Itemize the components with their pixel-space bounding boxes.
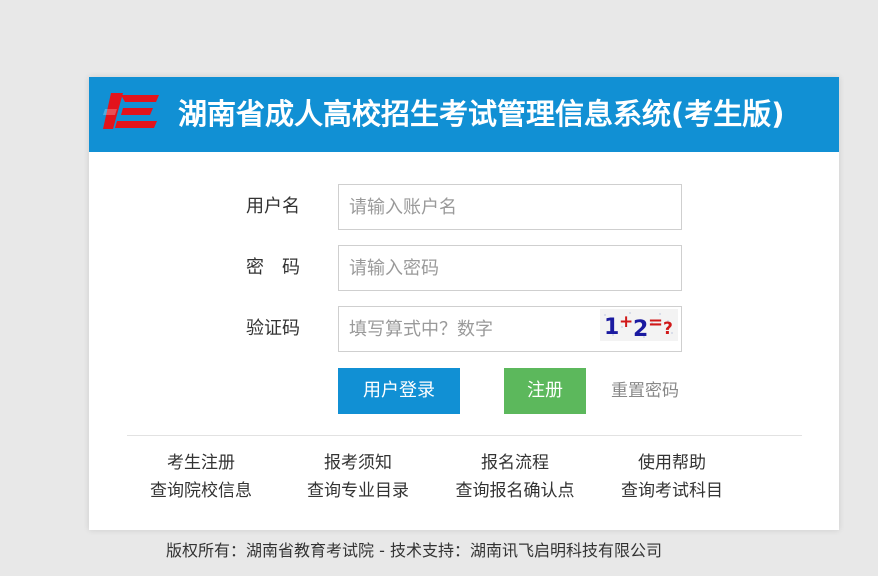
link-exam-notice[interactable]: 报考须知 xyxy=(288,452,428,474)
svg-text:?: ? xyxy=(663,319,673,339)
login-button[interactable]: 用户登录 xyxy=(338,368,460,414)
logo-icon xyxy=(103,93,159,129)
link-student-register[interactable]: 考生注册 xyxy=(131,452,271,474)
svg-text:=: = xyxy=(648,312,663,333)
svg-text:1: 1 xyxy=(604,315,619,340)
footer: 版权所有：湖南省教育考试院 - 技术支持：湖南讯飞启明科技有限公司 xyxy=(0,537,878,561)
page-title: 湖南省成人高校招生考试管理信息系统(考生版) xyxy=(178,97,785,131)
link-major-catalog[interactable]: 查询专业目录 xyxy=(288,480,428,502)
link-exam-subjects[interactable]: 查询考试科目 xyxy=(602,480,742,502)
link-college-info[interactable]: 查询院校信息 xyxy=(131,480,271,502)
header-bar: 湖南省成人高校招生考试管理信息系统(考生版) xyxy=(89,77,839,152)
register-button[interactable]: 注册 xyxy=(504,368,586,414)
link-confirmation-points[interactable]: 查询报名确认点 xyxy=(445,480,585,502)
password-input[interactable] xyxy=(338,245,682,291)
captcha-image[interactable]: 1 + 2 = ? xyxy=(600,309,678,341)
reset-password-link[interactable]: 重置密码 xyxy=(611,368,679,414)
footer-text: 版权所有：湖南省教育考试院 - 技术支持：湖南讯飞启明科技有限公司 xyxy=(166,541,662,560)
login-card: 湖南省成人高校招生考试管理信息系统(考生版) 用户名 密 码 验证码 1 + 2… xyxy=(89,77,839,530)
link-help[interactable]: 使用帮助 xyxy=(602,452,742,474)
divider xyxy=(127,435,802,436)
username-input[interactable] xyxy=(338,184,682,230)
svg-text:+: + xyxy=(619,312,633,332)
svg-text:2: 2 xyxy=(633,317,648,341)
link-registration-process[interactable]: 报名流程 xyxy=(445,452,585,474)
